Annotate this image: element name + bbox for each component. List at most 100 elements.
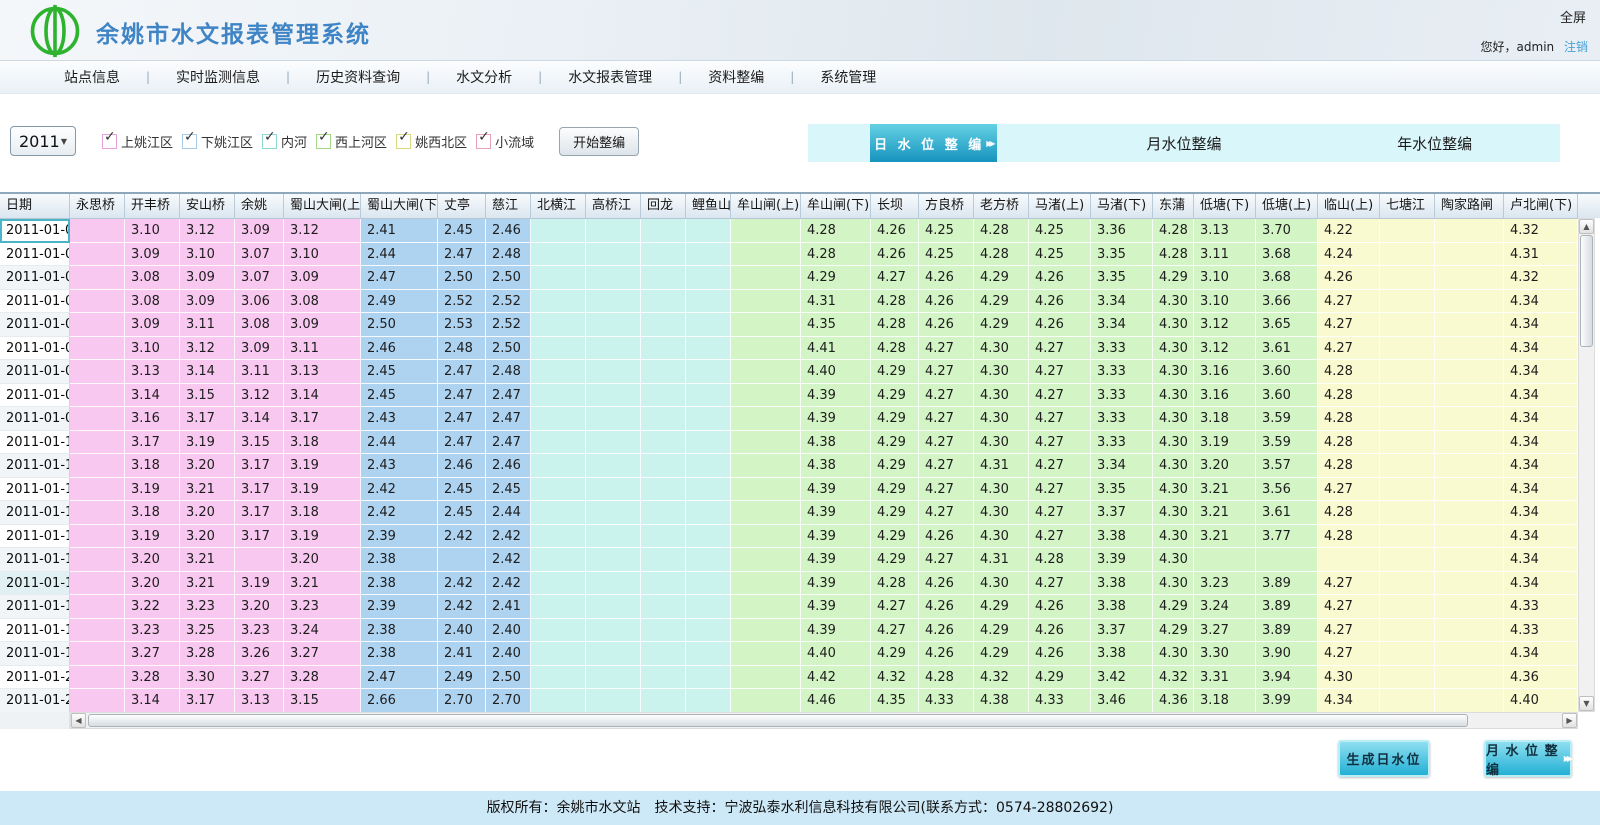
value-cell[interactable]: 3.17 (125, 431, 180, 455)
value-cell[interactable]: 4.39 (801, 572, 871, 596)
value-cell[interactable] (686, 454, 731, 478)
value-cell[interactable]: 3.20 (235, 595, 284, 619)
date-cell[interactable]: 2011-01-03 (0, 266, 70, 290)
value-cell[interactable]: 4.26 (919, 266, 974, 290)
value-cell[interactable]: 3.68 (1256, 266, 1318, 290)
value-cell[interactable] (641, 360, 686, 384)
value-cell[interactable]: 2.42 (438, 595, 486, 619)
value-cell[interactable] (531, 689, 586, 713)
value-cell[interactable]: 4.33 (919, 689, 974, 713)
value-cell[interactable]: 4.28 (1318, 431, 1380, 455)
value-cell[interactable] (1380, 689, 1435, 713)
horizontal-scroll-thumb[interactable] (88, 714, 1468, 727)
value-cell[interactable]: 4.25 (919, 219, 974, 243)
value-cell[interactable] (1380, 454, 1435, 478)
value-cell[interactable]: 4.27 (1029, 384, 1091, 408)
value-cell[interactable] (1435, 290, 1504, 314)
value-cell[interactable]: 3.19 (235, 572, 284, 596)
value-cell[interactable]: 4.28 (871, 572, 919, 596)
region-filter-5[interactable]: ✓小流域 (476, 132, 534, 151)
value-cell[interactable]: 4.39 (801, 595, 871, 619)
value-cell[interactable]: 3.10 (125, 337, 180, 361)
region-checkbox-0[interactable]: ✓ (102, 134, 117, 149)
value-cell[interactable]: 3.14 (180, 360, 235, 384)
value-cell[interactable]: 2.45 (361, 360, 438, 384)
value-cell[interactable]: 4.36 (1153, 689, 1194, 713)
nav-item-3[interactable]: 水文分析 (456, 67, 512, 87)
value-cell[interactable]: 3.68 (1256, 243, 1318, 267)
value-cell[interactable]: 4.30 (1153, 407, 1194, 431)
value-cell[interactable] (1380, 619, 1435, 643)
value-cell[interactable] (641, 219, 686, 243)
value-cell[interactable] (641, 454, 686, 478)
value-cell[interactable]: 4.28 (871, 290, 919, 314)
value-cell[interactable] (586, 337, 641, 361)
value-cell[interactable] (731, 572, 801, 596)
value-cell[interactable]: 4.25 (1029, 243, 1091, 267)
date-cell[interactable]: 2011-01-08 (0, 384, 70, 408)
value-cell[interactable] (531, 572, 586, 596)
value-cell[interactable]: 4.26 (871, 219, 919, 243)
value-cell[interactable]: 3.21 (284, 572, 361, 596)
value-cell[interactable]: 2.45 (438, 501, 486, 525)
value-cell[interactable] (731, 290, 801, 314)
value-cell[interactable] (586, 478, 641, 502)
value-cell[interactable]: 4.32 (1153, 666, 1194, 690)
scroll-right-icon[interactable]: ▶ (1562, 713, 1577, 728)
value-cell[interactable]: 3.18 (284, 431, 361, 455)
value-cell[interactable]: 3.14 (125, 384, 180, 408)
region-checkbox-1[interactable]: ✓ (182, 134, 197, 149)
value-cell[interactable]: 3.19 (1194, 431, 1256, 455)
value-cell[interactable]: 4.27 (919, 454, 974, 478)
value-cell[interactable]: 3.24 (284, 619, 361, 643)
value-cell[interactable] (731, 313, 801, 337)
value-cell[interactable]: 3.13 (235, 689, 284, 713)
value-cell[interactable]: 4.22 (1318, 219, 1380, 243)
value-cell[interactable]: 4.30 (974, 478, 1029, 502)
value-cell[interactable] (531, 478, 586, 502)
value-cell[interactable] (731, 360, 801, 384)
value-cell[interactable] (1435, 360, 1504, 384)
value-cell[interactable]: 4.28 (1318, 501, 1380, 525)
value-cell[interactable]: 3.08 (235, 313, 284, 337)
value-cell[interactable]: 3.16 (1194, 360, 1256, 384)
value-cell[interactable]: 3.33 (1091, 407, 1153, 431)
value-cell[interactable]: 2.50 (486, 266, 531, 290)
value-cell[interactable]: 3.20 (125, 572, 180, 596)
value-cell[interactable]: 4.42 (801, 666, 871, 690)
value-cell[interactable]: 3.27 (235, 666, 284, 690)
value-cell[interactable] (1380, 243, 1435, 267)
generate-daily-button[interactable]: 生成日水位 (1338, 740, 1430, 777)
value-cell[interactable]: 4.26 (1029, 266, 1091, 290)
value-cell[interactable] (731, 548, 801, 572)
value-cell[interactable]: 3.65 (1256, 313, 1318, 337)
tab-0[interactable]: 日 水 位 整 编▶▶ (870, 124, 996, 162)
value-cell[interactable]: 3.60 (1256, 360, 1318, 384)
date-cell[interactable]: 2011-01-04 (0, 290, 70, 314)
value-cell[interactable]: 2.39 (361, 525, 438, 549)
value-cell[interactable]: 2.47 (361, 266, 438, 290)
value-cell[interactable] (686, 384, 731, 408)
value-cell[interactable]: 3.35 (1091, 266, 1153, 290)
value-cell[interactable] (686, 689, 731, 713)
value-cell[interactable] (686, 313, 731, 337)
value-cell[interactable]: 4.33 (1029, 689, 1091, 713)
value-cell[interactable]: 3.09 (284, 266, 361, 290)
value-cell[interactable]: 4.27 (1318, 642, 1380, 666)
value-cell[interactable]: 3.36 (1091, 219, 1153, 243)
value-cell[interactable]: 3.34 (1091, 290, 1153, 314)
value-cell[interactable]: 4.30 (974, 431, 1029, 455)
value-cell[interactable] (531, 525, 586, 549)
value-cell[interactable] (641, 478, 686, 502)
value-cell[interactable]: 4.32 (871, 666, 919, 690)
date-cell[interactable]: 2011-01-17 (0, 595, 70, 619)
value-cell[interactable]: 4.29 (974, 642, 1029, 666)
year-select[interactable]: 2011 ▼ (10, 126, 76, 156)
value-cell[interactable]: 2.44 (486, 501, 531, 525)
value-cell[interactable] (1435, 595, 1504, 619)
value-cell[interactable] (1380, 407, 1435, 431)
value-cell[interactable] (70, 619, 125, 643)
value-cell[interactable]: 4.34 (1504, 548, 1578, 572)
value-cell[interactable]: 3.13 (125, 360, 180, 384)
value-cell[interactable] (586, 360, 641, 384)
